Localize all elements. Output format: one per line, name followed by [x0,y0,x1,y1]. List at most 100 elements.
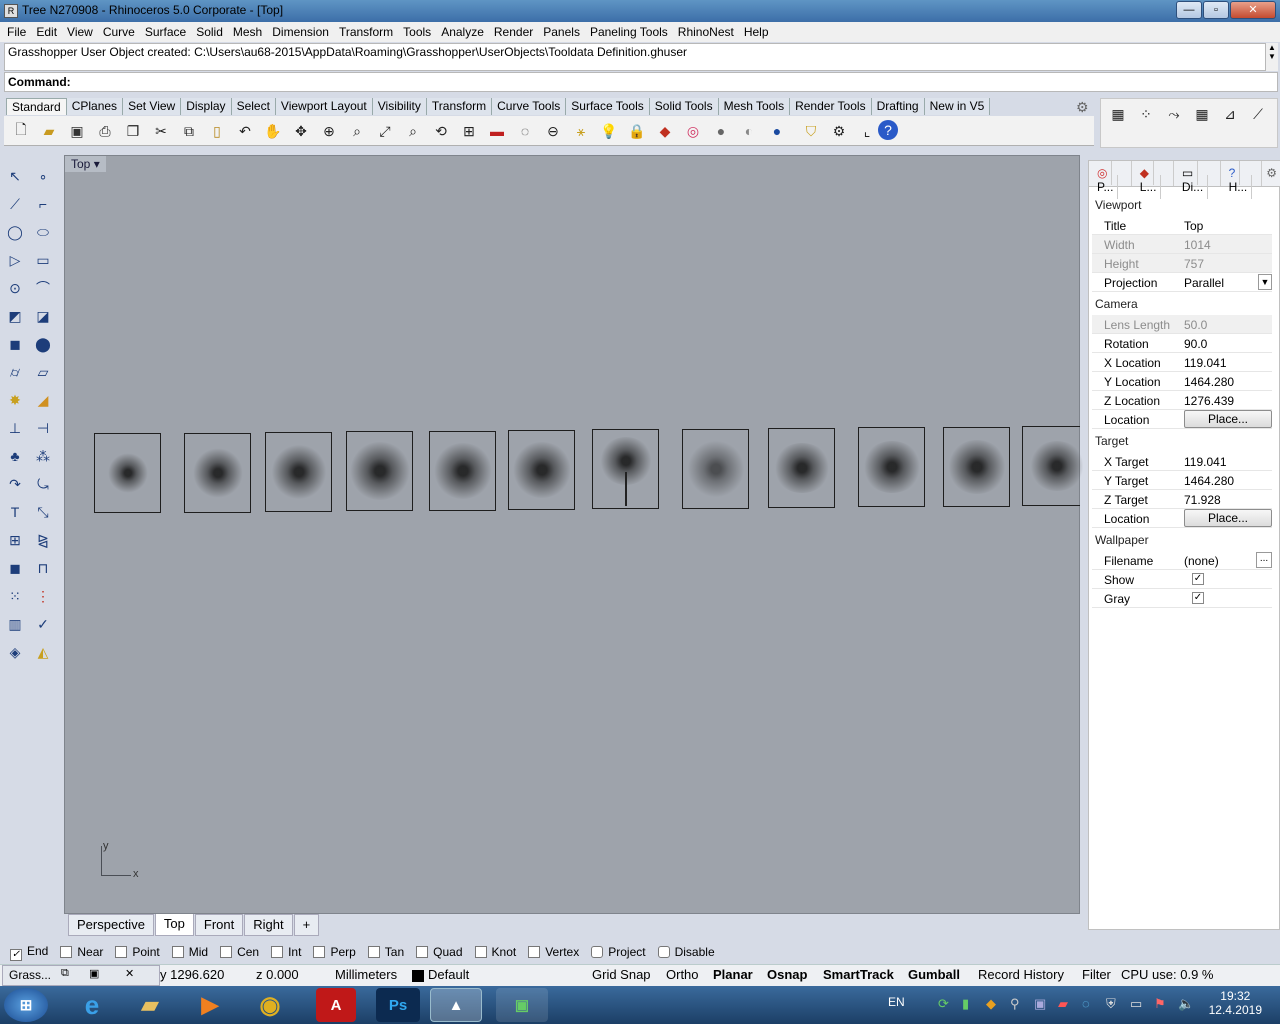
select-filter-icon[interactable]: ⊖ [542,120,564,142]
paste-icon[interactable]: ▯ [206,120,228,142]
rebuild-icon[interactable]: ⤿ [31,472,55,496]
x-target-field[interactable]: 119.041 [1184,455,1227,469]
tab-select[interactable]: Select [231,98,276,115]
start-button-icon[interactable]: ⊞ [4,988,48,1022]
lock-icon[interactable]: 🔒 [626,120,648,142]
osnap-quad[interactable]: Quad [416,945,463,959]
projection-select[interactable]: Parallel [1184,276,1224,290]
tree-object[interactable] [1022,426,1086,506]
cylinder-icon[interactable]: ⌭ [3,360,27,384]
osnap-toggle[interactable]: Osnap [767,967,807,982]
rhino-taskbar-icon[interactable]: ▲ [430,988,482,1022]
tab-transform[interactable]: Transform [426,98,493,115]
save-icon[interactable]: ▣ [66,120,88,142]
menu-solid[interactable]: Solid [191,25,228,39]
mirror-icon[interactable]: ⧎ [31,528,55,552]
close-button[interactable]: ✕ [1230,1,1276,19]
current-layer[interactable]: Default [428,967,469,982]
smarttrack-toggle[interactable]: SmartTrack [823,967,894,982]
usb-icon[interactable]: ⚲ [1010,996,1020,1012]
polygon-icon[interactable]: ▷ [3,248,27,272]
ghosted-icon[interactable]: ◌ [514,120,536,142]
rotation-field[interactable]: 90.0 [1184,337,1207,351]
osnap-cen[interactable]: Cen [220,945,259,959]
osnap-point[interactable]: Point [115,945,160,959]
clock[interactable]: 19:32 12.4.2019 [1209,989,1262,1017]
select-arrow-icon[interactable]: ↖ [3,164,27,188]
history-scrollbar[interactable]: ▲ ▼ [1266,43,1278,71]
osnap-vertex[interactable]: Vertex [528,945,579,959]
trim-icon[interactable]: ⊥ [3,416,27,440]
extrude-curve-icon[interactable]: ◪ [31,304,55,328]
tab-display[interactable]: ▭ Di... [1174,161,1221,199]
osnap-tan[interactable]: Tan [367,945,404,959]
cplane-icon[interactable]: ⚹ [570,120,592,142]
shaded-sphere-icon[interactable]: ● [710,120,732,142]
x-location-field[interactable]: 119.041 [1184,356,1227,370]
zoom-selected-icon[interactable]: ⌕ [402,120,424,142]
show-checkbox[interactable]: ✓ [1192,573,1204,585]
help-icon[interactable]: ? [878,120,898,140]
menu-tools[interactable]: Tools [398,25,436,39]
offset-curve-icon[interactable]: ↷ [3,472,27,496]
gumball-toggle[interactable]: Gumball [908,967,960,982]
tree-object[interactable] [184,433,251,513]
options-gears-icon[interactable]: ⚙ [828,120,850,142]
ortho-toggle[interactable]: Ortho [666,967,699,982]
render-icon[interactable]: ◭ [31,640,55,664]
file-explorer-icon[interactable]: ▰ [124,988,176,1022]
material-sphere-icon[interactable]: ● [766,120,788,142]
menu-render[interactable]: Render [489,25,538,39]
transform-icon[interactable]: ◢ [31,388,55,412]
snap-icon[interactable]: ⌞ [856,120,878,142]
photoshop-icon[interactable]: Ps [376,988,420,1022]
gear-icon[interactable]: ⚙ [1076,99,1089,116]
tab-right[interactable]: Right [244,914,293,936]
osnap-mid[interactable]: Mid [171,945,208,959]
cloud-icon[interactable]: ◌ [1082,996,1090,1011]
dimension-icon[interactable]: ⤡ [31,500,55,524]
menu-view[interactable]: View [62,25,98,39]
fillet-curve-icon[interactable]: ⌒ [31,276,55,300]
units[interactable]: Millimeters [335,967,397,982]
zoom-icon[interactable]: ⊕ [318,120,340,142]
light-bulb-icon[interactable]: 💡 [598,120,620,142]
y-location-field[interactable]: 1464.280 [1184,375,1234,389]
tab-properties[interactable]: ◎ P... [1089,161,1132,199]
menu-panels[interactable]: Panels [538,25,585,39]
tab-new-in-v5[interactable]: New in V5 [924,98,991,115]
copy-icon[interactable]: ⧉ [178,120,200,142]
boolean-union-icon[interactable]: ⬤ [31,332,55,356]
filename-field[interactable]: (none) [1184,554,1219,568]
internet-explorer-icon[interactable]: e [66,988,118,1022]
point-icon[interactable]: ∘ [31,164,55,188]
menu-edit[interactable]: Edit [31,25,62,39]
menu-transform[interactable]: Transform [334,25,398,39]
grid-snap-toggle[interactable]: Grid Snap [592,967,651,982]
layer-icon[interactable]: ◆ [654,120,676,142]
z-target-field[interactable]: 71.928 [1184,493,1221,507]
block-icon[interactable]: ⁂ [31,444,55,468]
record-history-toggle[interactable]: Record History [978,967,1064,982]
chrome-icon[interactable]: ◉ [244,988,296,1022]
undo-view-icon[interactable]: ⟲ [430,120,452,142]
check-icon[interactable]: ✓ [31,612,55,636]
circle-icon[interactable]: ◯ [3,220,27,244]
menu-file[interactable]: File [2,25,31,39]
array-icon[interactable]: ⊞ [3,528,27,552]
filter-icon[interactable]: ⛉ [800,120,822,142]
mesh-plane-icon[interactable]: ▱ [31,360,55,384]
shield-icon[interactable]: ⛨ [1106,996,1116,1012]
target-place-button[interactable]: Place... [1184,509,1272,527]
polyline-icon[interactable]: ⟋ [3,192,27,216]
zoom-window-icon[interactable]: ⌕ [346,120,368,142]
ellipse-icon[interactable]: ⬭ [31,220,55,244]
maximize-icon[interactable]: ▣ [89,967,99,980]
box-icon[interactable]: ◼ [3,332,27,356]
tab-curve-tools[interactable]: Curve Tools [492,98,567,115]
cut-icon[interactable]: ✂ [150,120,172,142]
stairs-icon[interactable]: ⟋ [1247,103,1269,125]
filter-toggle[interactable]: Filter [1082,967,1111,982]
menu-rhinonest[interactable]: RhinoNest [673,25,739,39]
gray-checkbox[interactable]: ✓ [1192,592,1204,604]
